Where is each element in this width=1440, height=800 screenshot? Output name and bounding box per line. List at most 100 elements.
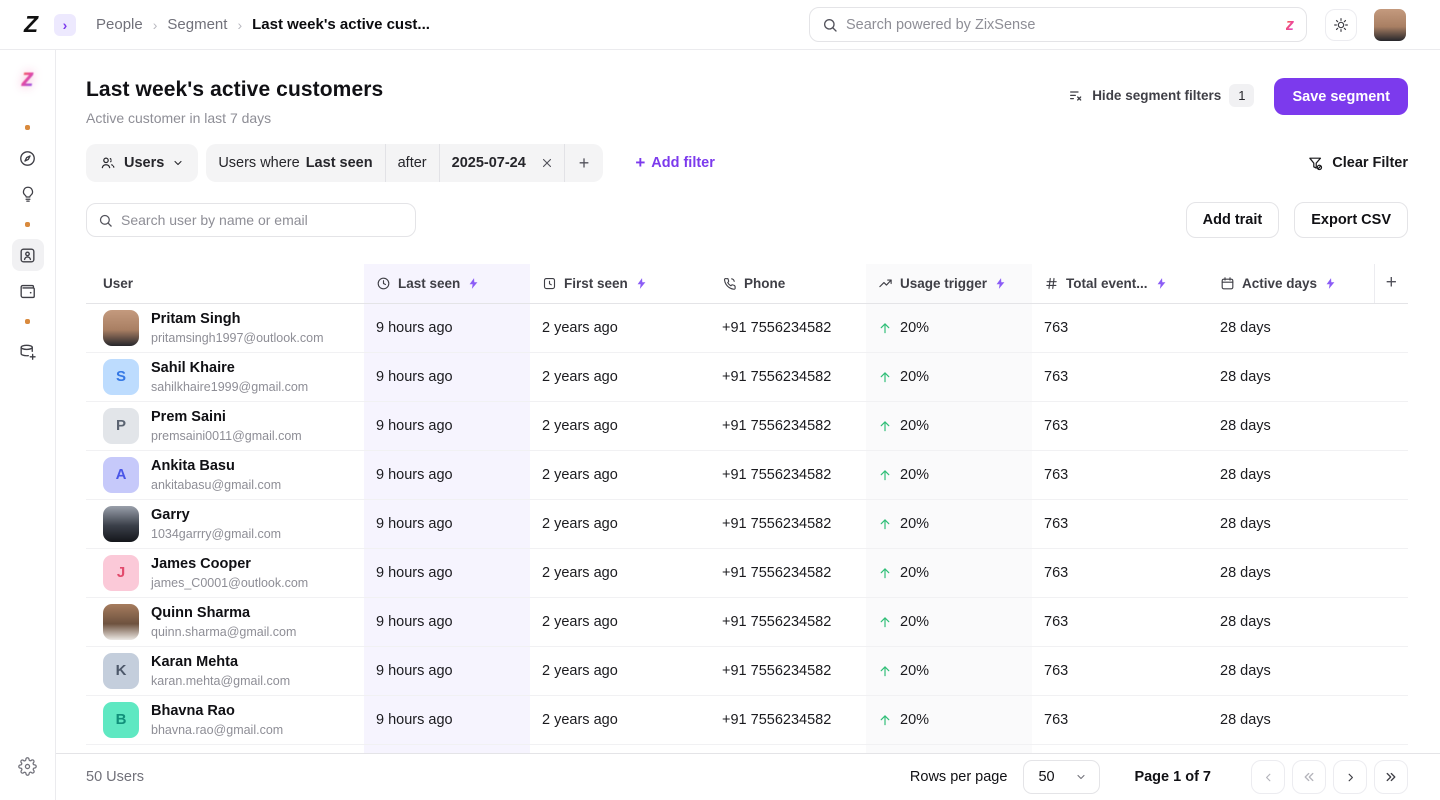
pagination-prev-button[interactable] xyxy=(1251,760,1285,794)
pagination-next-button[interactable] xyxy=(1333,760,1367,794)
table-row[interactable]: B Bhavna Rao bhavna.rao@gmail.com 9 hour… xyxy=(86,695,1408,744)
user-name: Prem Saini xyxy=(151,408,302,426)
close-icon xyxy=(540,156,554,170)
filter-value[interactable]: 2025-07-24 xyxy=(452,155,526,171)
rows-per-page-select[interactable]: 50 xyxy=(1023,760,1100,794)
phone-icon xyxy=(722,276,737,291)
user-email: premsaini0011@gmail.com xyxy=(151,429,302,443)
users-icon xyxy=(100,155,116,171)
filter-x-icon xyxy=(1068,88,1084,104)
user-avatar[interactable] xyxy=(1374,9,1406,41)
zixsense-spark-icon: z xyxy=(1286,15,1295,35)
pagination-last-button[interactable] xyxy=(1374,760,1408,794)
topbar: Z › People › Segment › Last week's activ… xyxy=(0,0,1440,50)
cell-total-events: 763 xyxy=(1032,499,1208,548)
sidebar: z xyxy=(0,50,56,800)
filter-operator[interactable]: after xyxy=(386,144,439,182)
cell-usage-trigger: 20% xyxy=(866,548,1032,597)
cell-phone: +91 7556234582 xyxy=(710,499,866,548)
table-row[interactable]: Pritam Singh pritamsingh1997@outlook.com… xyxy=(86,303,1408,352)
breadcrumb-segment[interactable]: Segment xyxy=(167,16,227,33)
table-row[interactable]: K Karan Mehta karan.mehta@gmail.com 9 ho… xyxy=(86,646,1408,695)
avatar xyxy=(103,506,139,542)
arrow-up-icon xyxy=(878,468,892,482)
user-email: quinn.sharma@gmail.com xyxy=(151,625,296,639)
theme-toggle-button[interactable] xyxy=(1325,9,1357,41)
cell-last-seen: 9 hours ago xyxy=(364,303,530,352)
add-condition-button[interactable]: + xyxy=(565,144,604,182)
cell-total-events: 763 xyxy=(1032,695,1208,744)
sidebar-item-data-sources[interactable] xyxy=(12,336,44,368)
hide-segment-filters-button[interactable]: Hide segment filters 1 xyxy=(1068,78,1254,107)
sidebar-item-billing[interactable] xyxy=(12,275,44,307)
flash-icon xyxy=(1155,277,1168,290)
cell-total-events: 763 xyxy=(1032,548,1208,597)
arrow-up-icon xyxy=(878,615,892,629)
gear-icon xyxy=(18,757,37,776)
cell-last-seen: 9 hours ago xyxy=(364,646,530,695)
wallet-icon xyxy=(18,282,37,301)
breadcrumb-people[interactable]: People xyxy=(96,16,143,33)
cell-first-seen: 2 years ago xyxy=(530,695,710,744)
search-icon xyxy=(822,17,838,33)
cell-first-seen: 2 years ago xyxy=(530,401,710,450)
global-search-input[interactable] xyxy=(846,17,1278,33)
sidebar-expand-button[interactable]: › xyxy=(54,14,76,36)
user-search[interactable] xyxy=(86,203,416,237)
cell-usage-trigger: 20% xyxy=(866,695,1032,744)
filter-field[interactable]: Last seen xyxy=(306,155,373,171)
column-header-total-events[interactable]: Total event... xyxy=(1032,264,1208,303)
calendar-clock-icon xyxy=(542,276,557,291)
sidebar-item-dashboard[interactable] xyxy=(12,142,44,174)
filter-count-badge: 1 xyxy=(1229,84,1254,107)
export-csv-button[interactable]: Export CSV xyxy=(1294,202,1408,238)
cell-total-events: 763 xyxy=(1032,401,1208,450)
table-row[interactable]: Garry 1034garrry@gmail.com 9 hours ago 2… xyxy=(86,499,1408,548)
save-segment-button[interactable]: Save segment xyxy=(1274,78,1408,115)
sidebar-item-insights[interactable] xyxy=(12,178,44,210)
cell-usage-trigger: 20% xyxy=(866,597,1032,646)
add-trait-button[interactable]: Add trait xyxy=(1186,202,1280,238)
user-search-input[interactable] xyxy=(121,212,404,228)
column-header-first-seen[interactable]: First seen xyxy=(530,264,710,303)
entity-select[interactable]: Users xyxy=(86,144,198,182)
users-table: User Last seen xyxy=(86,264,1408,753)
cell-usage-trigger: 20% xyxy=(866,499,1032,548)
table-row[interactable]: J James Cooper james_C0001@outlook.com 9… xyxy=(86,548,1408,597)
column-header-phone[interactable]: Phone xyxy=(710,264,866,303)
avatar: P xyxy=(103,408,139,444)
avatar: J xyxy=(103,555,139,591)
table-row[interactable]: S Sahil Khaire sahilkhaire1999@gmail.com… xyxy=(86,352,1408,401)
add-filter-button[interactable]: + Add filter xyxy=(635,153,715,173)
global-search[interactable]: z xyxy=(809,7,1307,42)
flash-icon xyxy=(1324,277,1337,290)
column-header-active-days[interactable]: Active days xyxy=(1208,264,1374,303)
users-count: 50 Users xyxy=(86,769,144,785)
section-dot-icon xyxy=(25,222,30,227)
sidebar-item-people[interactable] xyxy=(12,239,44,271)
user-email: karan.mehta@gmail.com xyxy=(151,674,290,688)
app-logo[interactable]: Z xyxy=(18,11,44,38)
sidebar-item-settings[interactable] xyxy=(12,750,44,782)
table-footer: 50 Users Rows per page 50 Page 1 of 7 xyxy=(56,753,1440,800)
column-header-user[interactable]: User xyxy=(86,264,364,303)
table-row[interactable]: P Prem Saini premsaini0011@gmail.com 9 h… xyxy=(86,401,1408,450)
user-email: james_C0001@outlook.com xyxy=(151,576,308,590)
remove-filter-button[interactable] xyxy=(538,144,564,182)
add-column-button[interactable]: + xyxy=(1375,264,1409,303)
user-name: Quinn Sharma xyxy=(151,604,296,622)
table-row[interactable]: A Ankita Basu ankitabasu@gmail.com 9 hou… xyxy=(86,450,1408,499)
cell-active-days: 28 days xyxy=(1208,646,1374,695)
user-email: bhavna.rao@gmail.com xyxy=(151,723,283,737)
user-name: Pritam Singh xyxy=(151,310,324,328)
cell-phone: +91 7556234582 xyxy=(710,352,866,401)
section-dot-icon xyxy=(25,125,30,130)
column-header-last-seen[interactable]: Last seen xyxy=(364,264,530,303)
cell-active-days: 28 days xyxy=(1208,401,1374,450)
flash-icon xyxy=(994,277,1007,290)
table-row[interactable]: Quinn Sharma quinn.sharma@gmail.com 9 ho… xyxy=(86,597,1408,646)
clear-filter-button[interactable]: Clear Filter xyxy=(1307,155,1408,172)
pagination-first-button[interactable] xyxy=(1292,760,1326,794)
column-header-usage-trigger[interactable]: Usage trigger xyxy=(866,264,1032,303)
user-name: Bhavna Rao xyxy=(151,702,283,720)
